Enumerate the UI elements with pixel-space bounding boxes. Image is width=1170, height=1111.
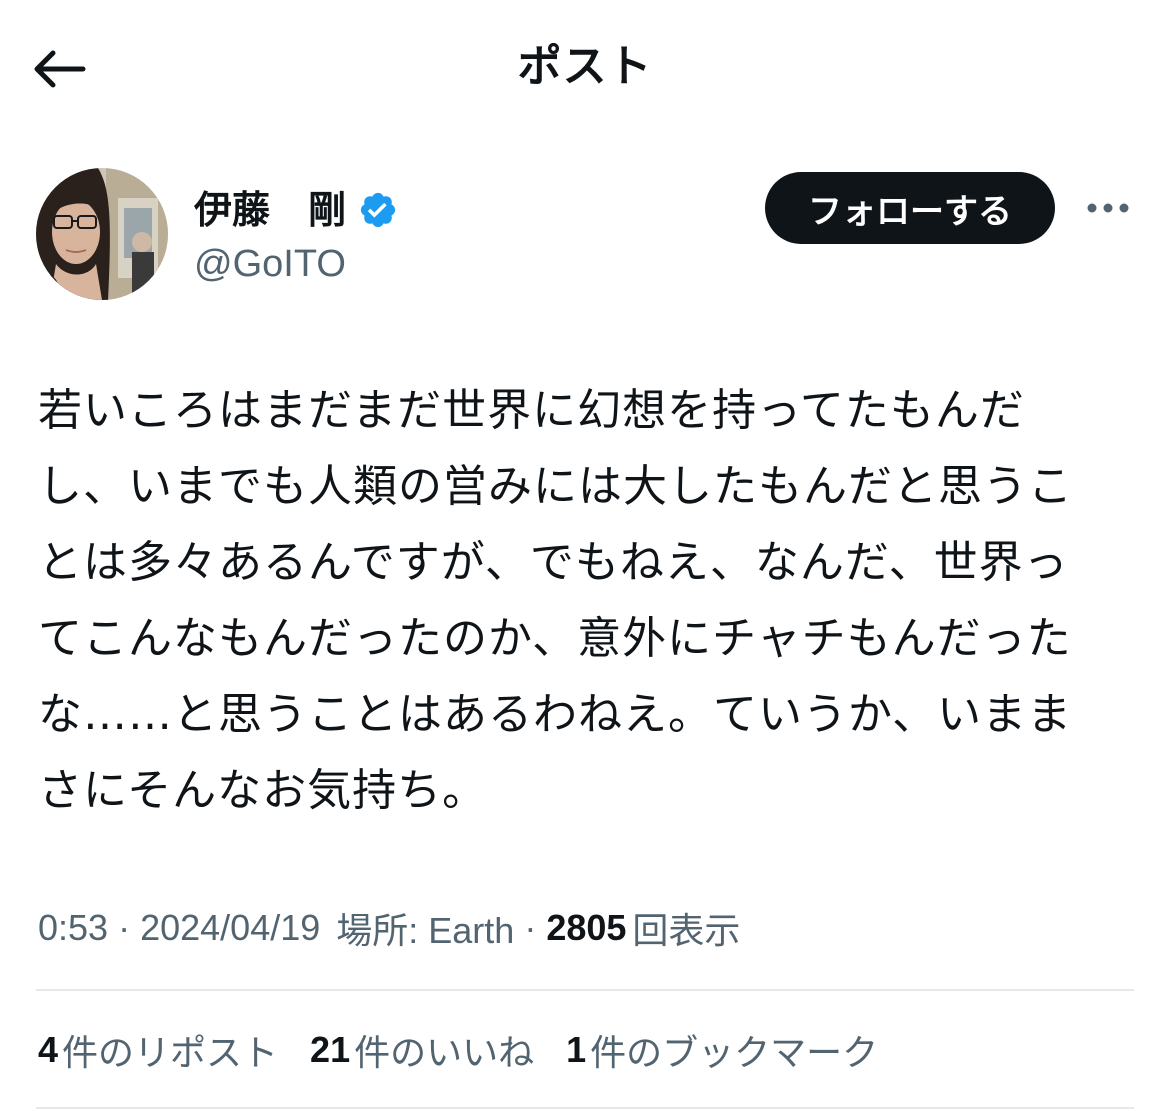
post-text-line: し、いまでも人類の営みには大したもんだと思うこ [38, 461, 1073, 512]
verified-badge-icon [358, 190, 398, 230]
divider [36, 989, 1134, 991]
meta-separator: · [118, 907, 131, 948]
reposts-label: 件のリポスト [62, 1033, 279, 1074]
post-text: 若いころはまだまだ世界に幻想を持ってたもんだ し、いまでも人類の営みには大したも… [38, 373, 1138, 829]
follow-button[interactable]: フォローする [765, 172, 1055, 244]
likes-stat[interactable]: 21 件のいいね [310, 1024, 534, 1076]
bookmarks-stat[interactable]: 1 件のブックマーク [566, 1024, 878, 1076]
more-options-button[interactable] [1082, 188, 1134, 228]
reposts-stat[interactable]: 4 件のリポスト [38, 1024, 278, 1076]
post-text-line: とは多々あるんですが、でもねえ、なんだ、世界っ [38, 537, 1069, 588]
meta-separator: · [524, 907, 537, 948]
avatar[interactable] [36, 168, 168, 300]
avatar-image [36, 168, 168, 300]
post-text-line: さにそんなお気持ち。 [38, 765, 488, 816]
post-author: 伊藤 剛 @GoITO フォローする [0, 160, 1170, 310]
likes-label: 件のいいね [354, 1033, 535, 1074]
display-name-row: 伊藤 剛 [194, 182, 398, 238]
reposts-count: 4 [38, 1029, 59, 1070]
post-date[interactable]: 2024/04/19 [140, 907, 320, 949]
post-location: 場所: Earth [336, 910, 515, 951]
views-count: 2805 [546, 907, 627, 948]
likes-count: 21 [310, 1029, 351, 1070]
engagement-stats: 4 件のリポスト 21 件のいいね 1 件のブックマーク [38, 1020, 910, 1080]
post-meta: 0:53 · 2024/04/19 場所: Earth · 2805 回表示 [38, 900, 740, 956]
views-label: 回表示 [632, 910, 741, 951]
more-horizontal-icon [1087, 203, 1129, 213]
post-text-line: 若いころはまだまだ世界に幻想を持ってたもんだ [38, 385, 1025, 436]
page-title: ポスト [517, 41, 653, 92]
post-text-line: な……と思うことはあるわねえ。ていうか、いまま [38, 689, 1073, 740]
display-name[interactable]: 伊藤 剛 [194, 182, 346, 238]
post-time[interactable]: 0:53 [38, 907, 108, 949]
top-nav-bar: ポスト [0, 0, 1170, 134]
bookmarks-label: 件のブックマーク [590, 1033, 879, 1074]
divider [36, 1107, 1134, 1109]
user-handle[interactable]: @GoITO [194, 238, 346, 290]
bookmarks-count: 1 [566, 1029, 587, 1070]
post-text-line: てこんなもんだったのか、意外にチャチもんだった [38, 613, 1072, 664]
